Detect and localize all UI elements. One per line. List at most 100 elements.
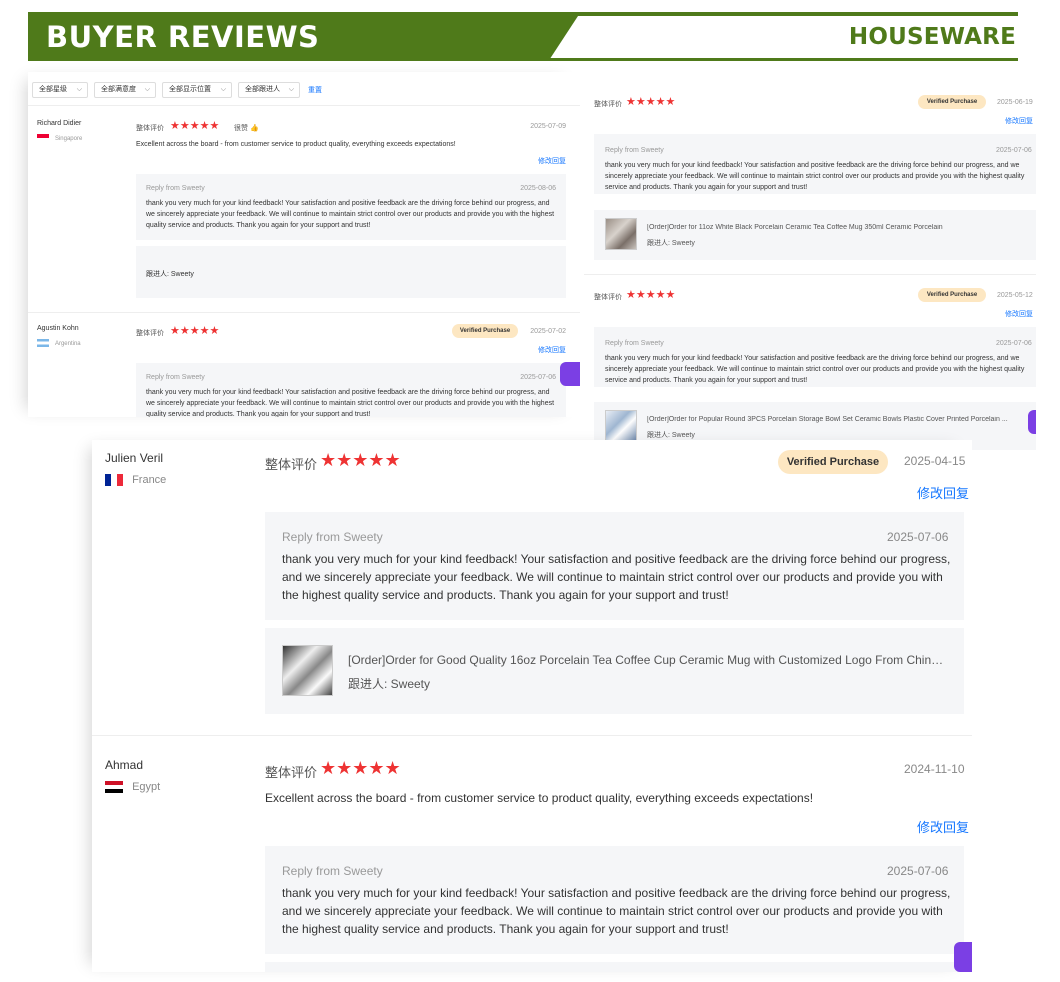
reply-text: thank you very much for your kind feedba… [605, 162, 1025, 191]
reply-text: thank you very much for your kind feedba… [282, 886, 951, 936]
follower-label: 跟进人: Sweety [647, 432, 695, 439]
chevron-down-icon: ⌵ [220, 86, 226, 93]
follower-box: 跟进人: Sweety [136, 246, 566, 298]
edit-reply-link[interactable]: 修改回复 [1005, 116, 1033, 126]
rating-label: 整体评价 [265, 457, 318, 472]
header-banner: BUYER REVIEWS HOUSEWARE [28, 12, 1018, 62]
verified-purchase-badge: Verified Purchase [918, 288, 986, 302]
order-box: [Order]Order for 11oz White Black Porcel… [594, 210, 1036, 260]
review-panel-large: Julien Veril France 整体评价 ★★★★★ Verified … [92, 440, 972, 972]
review-date: 2025-07-02 [530, 328, 566, 335]
reply-from: Reply from Sweety [282, 864, 383, 878]
country-name: France [132, 474, 167, 486]
edit-reply-link[interactable]: 修改回复 [538, 156, 566, 166]
review-date: 2025-07-09 [530, 123, 566, 130]
review-date: 2025-06-19 [997, 99, 1033, 106]
star-rating: ★★★★★ [320, 758, 401, 778]
review-comment: Excellent across the board - from custom… [265, 791, 814, 805]
reply-text: thank you very much for your kind feedba… [146, 200, 555, 229]
edit-reply-link[interactable]: 修改回复 [1005, 309, 1033, 319]
country-name: Argentina [54, 340, 81, 347]
filter-stars[interactable]: 全部星级 ⌵ [32, 82, 88, 98]
chat-widget-icon[interactable] [954, 942, 972, 972]
reply-date: 2025-07-06 [887, 864, 949, 878]
star-rating: ★★★★★ [170, 325, 220, 337]
order-box [265, 962, 964, 972]
reply-from: Reply from Sweety [605, 340, 664, 347]
filter-position-label: 全部显示位置 [169, 86, 211, 93]
reviewer-name: Julien Veril [105, 451, 164, 465]
verified-purchase-badge: Verified Purchase [918, 95, 986, 109]
banner-bottom-rule [28, 58, 1018, 61]
rating-text-label: 很赞 [234, 125, 248, 132]
divider [584, 274, 1036, 275]
review-date: 2025-05-12 [997, 292, 1033, 299]
banner-title: BUYER REVIEWS [46, 20, 320, 54]
reply-date: 2025-08-06 [520, 185, 556, 192]
filter-stars-label: 全部星级 [39, 86, 67, 93]
verified-purchase-badge: Verified Purchase [452, 324, 518, 338]
review-comment: Excellent across the board - from custom… [136, 141, 456, 148]
order-title: [Order]Order for Good Quality 16oz Porce… [348, 653, 944, 667]
reply-box: Reply from Sweety 2025-07-06 thank you v… [265, 846, 964, 954]
country-name: Egypt [132, 781, 161, 793]
reviewer-country: Egypt [105, 781, 161, 794]
verified-purchase-badge: Verified Purchase [778, 450, 888, 474]
follower-label: 跟进人: Sweety [647, 240, 695, 247]
product-thumbnail [605, 218, 637, 250]
divider [92, 735, 972, 736]
order-title: [Order]Order for Popular Round 3PCS Porc… [647, 416, 1008, 423]
product-thumbnail [282, 645, 333, 696]
chevron-down-icon: ⌵ [288, 86, 294, 93]
order-box: [Order]Order for Good Quality 16oz Porce… [265, 628, 964, 714]
star-rating: ★★★★★ [170, 120, 220, 132]
rating-label: 整体评价 [594, 101, 622, 108]
follower-label: 跟进人: Sweety [146, 271, 194, 278]
reviewer-country: France [105, 474, 167, 487]
edit-reply-link[interactable]: 修改回复 [917, 817, 969, 836]
follower-label: 跟进人: Sweety [348, 677, 431, 691]
filter-satisfaction[interactable]: 全部满意度 ⌵ [94, 82, 156, 98]
rating-text: 很赞 👍 [234, 123, 259, 133]
filter-follower[interactable]: 全部跟进人 ⌵ [238, 82, 300, 98]
review-date: 2024-11-10 [904, 762, 965, 776]
thumbs-up-icon: 👍 [249, 125, 259, 132]
reply-date: 2025-07-06 [520, 374, 556, 381]
rating-label: 整体评价 [594, 294, 622, 301]
rating-label: 整体评价 [136, 125, 164, 132]
edit-reply-link[interactable]: 修改回复 [538, 345, 566, 355]
product-thumbnail [605, 410, 637, 442]
filter-position[interactable]: 全部显示位置 ⌵ [162, 82, 232, 98]
reply-box: Reply from Sweety 2025-07-06 thank you v… [594, 134, 1036, 194]
review-panel-right: 整体评价 ★★★★★ Verified Purchase 2025-06-19 … [584, 88, 1036, 450]
reply-from: Reply from Sweety [146, 185, 205, 192]
review-panel-left: 全部星级 ⌵ 全部满意度 ⌵ 全部显示位置 ⌵ 全部跟进人 ⌵ 重置 Richa… [28, 72, 580, 417]
star-rating: ★★★★★ [320, 450, 401, 470]
star-rating: ★★★★★ [626, 289, 676, 301]
banner-category: HOUSEWARE [848, 24, 1016, 50]
reply-date: 2025-07-06 [887, 530, 949, 544]
divider [28, 105, 580, 106]
chat-widget-icon[interactable] [560, 362, 580, 386]
reviewer-name: Ahmad [105, 758, 144, 772]
chevron-down-icon: ⌵ [76, 86, 82, 93]
chat-widget-icon[interactable] [1028, 410, 1036, 434]
reply-from: Reply from Sweety [146, 374, 205, 381]
reply-box: Reply from Sweety 2025-07-06 thank you v… [265, 512, 964, 620]
rating-label: 整体评价 [136, 330, 164, 337]
filter-satisfaction-label: 全部满意度 [101, 86, 136, 93]
rating-label: 整体评价 [265, 765, 318, 780]
reply-text: thank you very much for your kind feedba… [605, 355, 1025, 384]
singapore-flag-icon [37, 134, 49, 142]
order-title: [Order]Order for 11oz White Black Porcel… [647, 224, 943, 231]
reviewer-name: Agustin Kohn [37, 325, 79, 332]
star-rating: ★★★★★ [626, 96, 676, 108]
reply-date: 2025-07-06 [996, 340, 1032, 347]
reply-from: Reply from Sweety [282, 530, 383, 544]
filter-follower-label: 全部跟进人 [245, 86, 280, 93]
edit-reply-link[interactable]: 修改回复 [917, 483, 969, 502]
reply-text: thank you very much for your kind feedba… [146, 389, 555, 417]
reset-link[interactable]: 重置 [308, 85, 322, 95]
egypt-flag-icon [105, 781, 123, 794]
reply-box: Reply from Sweety 2025-07-06 thank you v… [594, 327, 1036, 387]
